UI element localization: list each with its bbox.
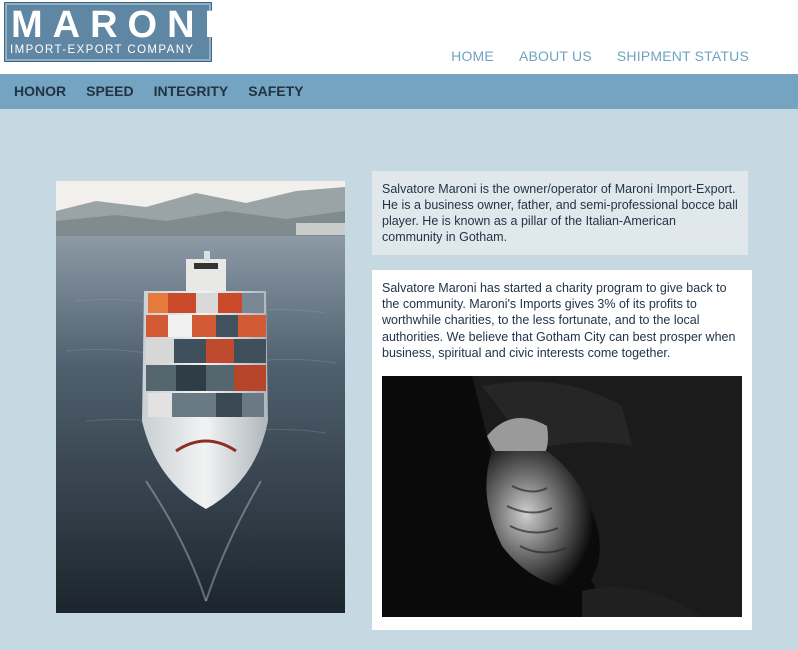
intro-text: Salvatore Maroni is the owner/operator o… xyxy=(382,182,738,244)
value-honor: HONOR xyxy=(14,83,67,99)
values-bar: HONOR SPEED INTEGRITY SAFETY xyxy=(0,74,798,109)
intro-box: Salvatore Maroni is the owner/operator o… xyxy=(372,171,748,255)
logo-tagline: IMPORT-EXPORT COMPANY xyxy=(10,44,195,56)
charity-text: Salvatore Maroni has started a charity p… xyxy=(382,281,736,360)
site-header: MARONI IMPORT-EXPORT COMPANY HOME ABOUT … xyxy=(0,0,798,74)
company-logo[interactable]: MARONI IMPORT-EXPORT COMPANY xyxy=(4,2,226,62)
praying-man-photo xyxy=(382,376,742,617)
value-speed: SPEED xyxy=(86,83,134,99)
top-nav: HOME ABOUT US SHIPMENT STATUS xyxy=(451,48,749,64)
logo-name: MARONI xyxy=(11,4,226,46)
value-safety: SAFETY xyxy=(248,83,304,99)
nav-home-link[interactable]: HOME xyxy=(451,48,494,64)
nav-shipment-status-link[interactable]: SHIPMENT STATUS xyxy=(617,48,749,64)
cargo-ship-photo xyxy=(56,181,345,613)
charity-box: Salvatore Maroni has started a charity p… xyxy=(372,270,752,630)
nav-about-us-link[interactable]: ABOUT US xyxy=(519,48,592,64)
value-integrity: INTEGRITY xyxy=(153,83,229,99)
